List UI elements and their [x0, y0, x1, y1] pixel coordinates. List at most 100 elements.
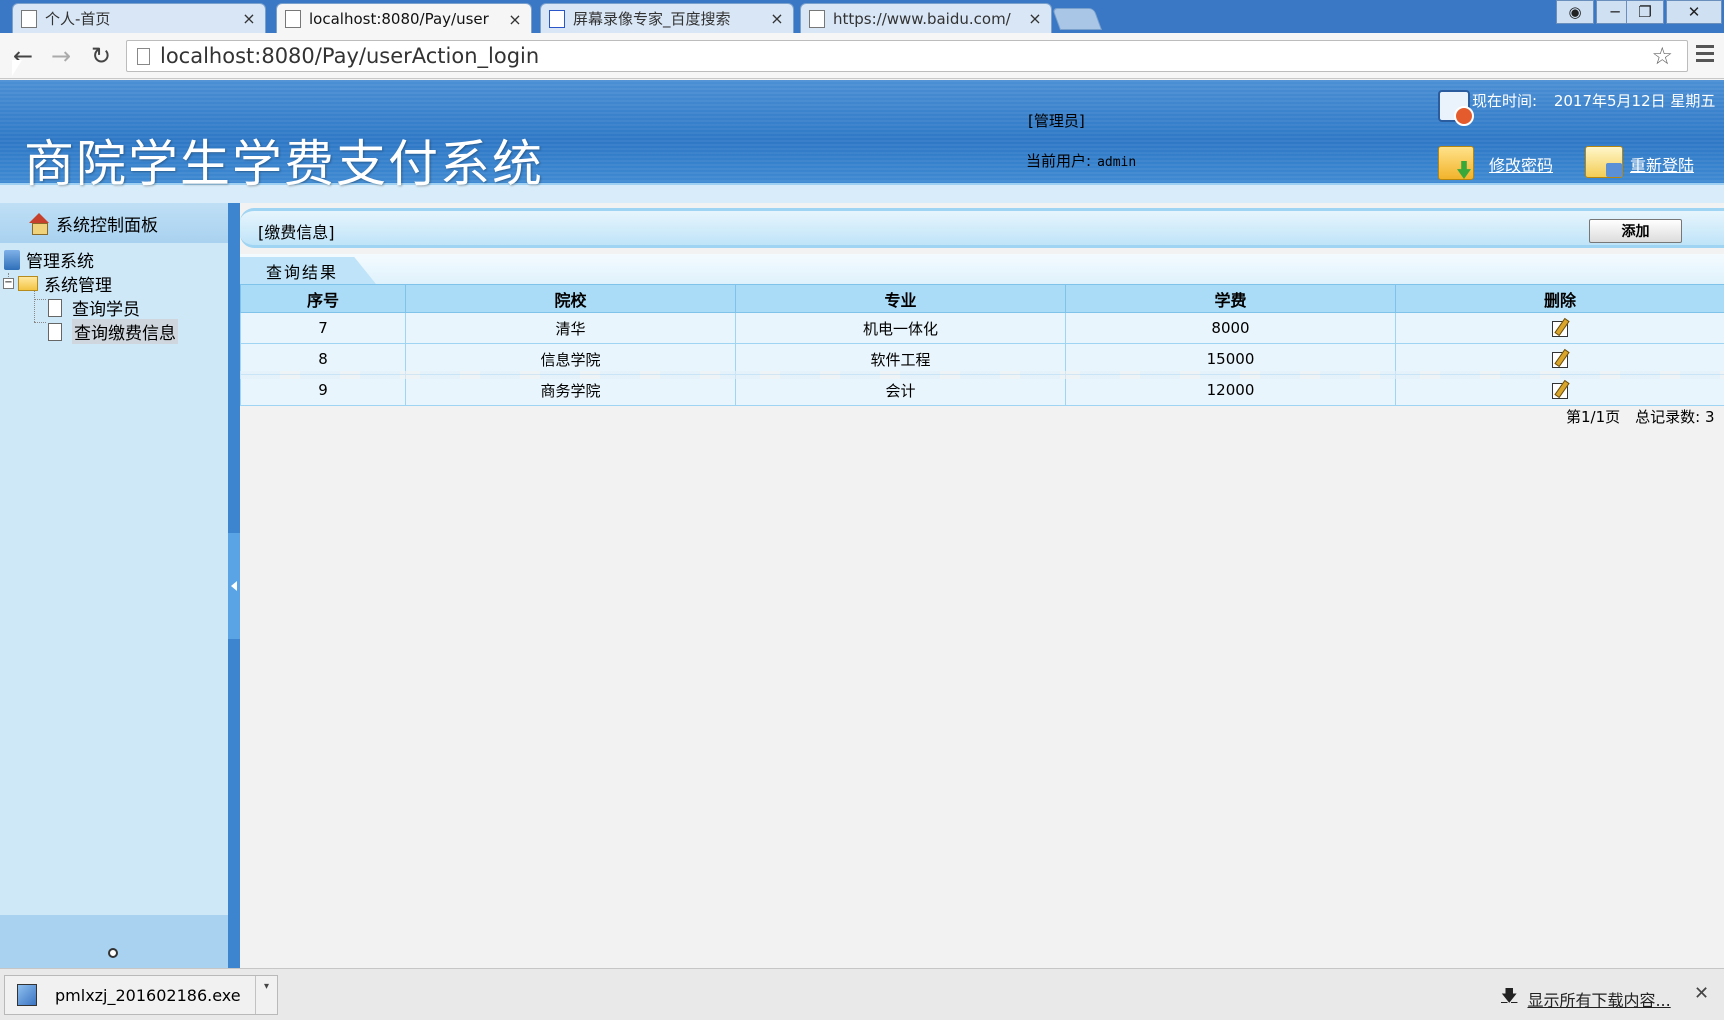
show-all-downloads-link[interactable]: 🡇 显示所有下载内容... [1501, 985, 1671, 1012]
browser-tab-4[interactable]: https://www.baidu.com/ × [800, 3, 1052, 33]
cell-delete [1395, 343, 1724, 375]
tab-title: 个人-首页 [45, 10, 111, 28]
sidebar-item-label: 查询学员 [72, 300, 140, 320]
download-arrow-icon: 🡇 [1501, 986, 1518, 1005]
document-icon [48, 322, 62, 341]
tab-title: 屏幕录像专家_百度搜索 [573, 10, 731, 28]
relogin-link[interactable]: 重新登陆 [1630, 152, 1694, 176]
column-header-delete: 删除 [1395, 284, 1724, 313]
sidebar-item-query-students[interactable]: 查询学员 [48, 295, 140, 320]
page-title: [缴费信息] [258, 223, 335, 242]
time-value: 2017年5月12日 星期五 [1553, 92, 1716, 110]
browser-tab-2[interactable]: localhost:8080/Pay/user × [276, 3, 532, 34]
edit-delete-icon[interactable] [1552, 320, 1568, 337]
cell-fee: 8000 [1065, 312, 1396, 344]
add-button[interactable]: 添加 [1589, 219, 1682, 243]
sidebar-item-query-payments[interactable]: 查询缴费信息 [48, 319, 178, 344]
cell-major: 会计 [735, 374, 1066, 406]
app-favicon-icon [285, 10, 301, 28]
content-title-bar: [缴费信息] 添加 [240, 208, 1724, 248]
address-bar[interactable]: localhost:8080/Pay/userAction_login ☆ [126, 40, 1688, 72]
home-icon [28, 213, 50, 235]
bookmark-star-icon[interactable]: ☆ [1651, 42, 1673, 70]
column-header-fee: 学费 [1065, 284, 1396, 313]
document-icon [48, 298, 62, 317]
close-tab-icon[interactable]: × [769, 9, 785, 28]
user-role: [管理员] [1028, 112, 1085, 130]
cell-delete [1395, 312, 1724, 344]
baidu-paw-icon [549, 9, 565, 28]
restore-button[interactable]: ❐ [1626, 0, 1664, 24]
cell-school: 清华 [405, 312, 736, 344]
browser-menu-icon[interactable] [1696, 45, 1714, 63]
chevron-down-icon[interactable]: ▾ [255, 976, 277, 1014]
close-window-button[interactable]: ✕ [1666, 0, 1722, 24]
user-profile-button[interactable]: ◉ [1556, 0, 1594, 24]
close-tab-icon[interactable]: × [1027, 9, 1043, 28]
page-icon [137, 47, 150, 65]
collapse-icon[interactable]: − [3, 278, 14, 289]
current-user-label: 当前用户: [1026, 152, 1092, 170]
sidebar-footer [0, 915, 228, 968]
edit-delete-icon[interactable] [1552, 351, 1568, 368]
sidebar-splitter[interactable] [228, 203, 240, 968]
status-dot-icon [108, 948, 118, 958]
forward-button[interactable]: → [46, 41, 76, 71]
close-download-bar-icon[interactable]: ✕ [1694, 983, 1709, 1004]
calendar-clock-icon [1438, 90, 1474, 126]
reload-button[interactable]: ↻ [86, 41, 116, 71]
minimize-icon: ─ [1610, 3, 1620, 21]
decorative-stripe [240, 371, 1724, 379]
main-content: [缴费信息] 添加 查询结果 序号 院校 专业 学费 删除 7 清华 机电一体化… [240, 203, 1724, 968]
user-icon: ◉ [1568, 3, 1582, 21]
sidebar-item-label: 查询缴费信息 [72, 319, 178, 344]
cell-delete [1395, 374, 1724, 406]
tree-root[interactable]: 管理系统 [4, 247, 94, 272]
table-header-row: 序号 院校 专业 学费 删除 [240, 284, 1724, 313]
close-icon: ✕ [1687, 3, 1701, 21]
column-header-school: 院校 [405, 284, 736, 313]
sidebar-title: 系统控制面板 [56, 215, 158, 236]
app-title: 商院学生学费支付系统 [24, 135, 544, 193]
computer-icon [4, 249, 20, 270]
time-label: 现在时间: [1472, 92, 1538, 110]
column-header-major: 专业 [735, 284, 1066, 313]
cell-major: 机电一体化 [735, 312, 1066, 344]
tree-group-label: 系统管理 [44, 276, 112, 296]
forward-arrow-icon: → [50, 42, 72, 70]
tree-root-label: 管理系统 [26, 252, 94, 272]
close-tab-icon[interactable]: × [507, 10, 523, 29]
mouse-cursor-icon [12, 60, 22, 76]
browser-tab-3[interactable]: 屏幕录像专家_百度搜索 × [540, 3, 794, 33]
result-tab-strip: 查询结果 [240, 254, 1724, 284]
relogin-icon[interactable] [1585, 146, 1623, 178]
cell-id: 9 [240, 374, 406, 406]
show-all-downloads-label: 显示所有下载内容... [1527, 990, 1671, 1010]
cell-major: 软件工程 [735, 343, 1066, 375]
collapse-sidebar-handle[interactable] [228, 533, 240, 639]
pager-info: 第1/1页 总记录数: 3 [1566, 408, 1715, 426]
close-tab-icon[interactable]: × [241, 9, 257, 28]
cell-id: 8 [240, 343, 406, 375]
tree-line [34, 322, 46, 323]
tree-group-system[interactable]: − 系统管理 [3, 271, 112, 296]
current-user-name: admin [1097, 155, 1137, 170]
tab-query-results[interactable]: 查询结果 [240, 257, 376, 284]
cell-school: 信息学院 [405, 343, 736, 375]
change-password-icon[interactable] [1438, 146, 1474, 180]
download-item[interactable]: pmlxzj_201602186.exe ▾ [4, 975, 278, 1015]
browser-tab-1[interactable]: 个人-首页 × [12, 3, 266, 33]
sidebar-header: 系统控制面板 [0, 203, 228, 243]
current-user: 当前用户: admin [1026, 150, 1136, 171]
cell-school: 商务学院 [405, 374, 736, 406]
edit-delete-icon[interactable] [1552, 382, 1568, 399]
app-header: 商院学生学费支付系统 [管理员] 当前用户: admin 现在时间: 2017年5… [0, 80, 1724, 193]
sidebar: 系统控制面板 管理系统 − 系统管理 查询学员 查询缴费信息 [0, 203, 228, 968]
folder-open-icon [18, 276, 38, 291]
table-row: 9 商务学院 会计 12000 [240, 374, 1724, 406]
exe-file-icon [17, 984, 37, 1006]
change-password-link[interactable]: 修改密码 [1489, 152, 1553, 176]
new-tab-button[interactable] [1051, 8, 1103, 30]
page-icon [809, 9, 825, 28]
payments-table: 序号 院校 专业 学费 删除 7 清华 机电一体化 8000 8 信息学院 软件… [240, 284, 1724, 406]
